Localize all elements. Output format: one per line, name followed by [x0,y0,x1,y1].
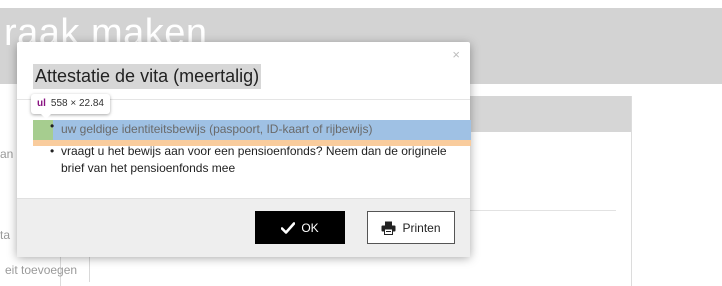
printer-icon [381,221,396,235]
checkmark-icon [281,221,296,234]
add-link[interactable]: eit toevoegen [0,256,90,282]
background-text-fragment: ta [0,228,11,242]
background-text-fragment: an [0,147,14,161]
modal-dialog: × Attestatie de vita (meertalig) uw geld… [17,42,471,257]
list-item: uw geldige identiteitsbewijs (paspoort, … [33,118,463,138]
devtools-tag-name: ul [37,98,46,109]
devtools-tooltip: ul 558 × 22.84 [31,94,110,119]
requirements-list: uw geldige identiteitsbewijs (paspoort, … [33,118,463,182]
print-button[interactable]: Printen [367,211,455,244]
devtools-dimensions: 558 × 22.84 [50,98,104,109]
list-item: vraagt u het bewijs aan voor een pensioe… [33,143,463,177]
print-button-label: Printen [402,220,441,235]
close-icon[interactable]: × [452,48,460,61]
modal-footer: OK Printen [17,198,470,257]
ok-button[interactable]: OK [255,211,345,244]
add-link-label: eit toevoegen [5,263,78,277]
ok-button-label: OK [301,220,319,235]
modal-title: Attestatie de vita (meertalig) [33,64,262,89]
